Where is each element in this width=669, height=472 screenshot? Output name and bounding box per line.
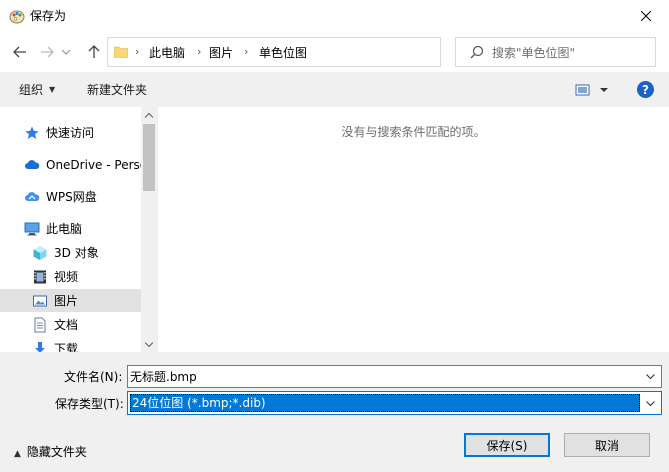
- folder-icon: [114, 46, 128, 58]
- sidebar-item-label: 视频: [54, 270, 79, 284]
- breadcrumb-pictures[interactable]: 图片: [209, 45, 233, 61]
- breadcrumb-separator: ›: [197, 45, 202, 58]
- save-options-panel: 文件名(N): 保存类型(T): 24位位图 (*.bmp;*.dib) ▲ 隐藏…: [0, 352, 669, 472]
- filetype-dropdown-button[interactable]: [639, 392, 661, 414]
- chevron-up-icon: ▲: [14, 449, 21, 459]
- pictures-icon: [32, 293, 48, 309]
- chevron-down-icon: [145, 341, 153, 347]
- chevron-down-icon: [645, 374, 655, 379]
- filename-dropdown-button[interactable]: [639, 366, 661, 387]
- cancel-button[interactable]: 取消: [564, 433, 650, 457]
- breadcrumb-separator: ›: [135, 45, 140, 58]
- sidebar-item-label: 此电脑: [46, 222, 83, 236]
- sidebar-item-this-pc[interactable]: 此电脑: [0, 217, 141, 240]
- sidebar-item-wps-cloud[interactable]: WPS网盘: [0, 185, 141, 208]
- command-toolbar: 组织 ▼ 新建文件夹 ?: [0, 72, 669, 107]
- sidebar-item-3d-objects[interactable]: 3D 对象: [0, 241, 141, 264]
- sidebar-item-videos[interactable]: 视频: [0, 265, 141, 288]
- help-button[interactable]: ?: [637, 81, 654, 98]
- title-bar: 保存为: [0, 0, 669, 32]
- paint-app-icon: [9, 10, 25, 24]
- filename-input[interactable]: [130, 368, 635, 385]
- sidebar-item-quick-access[interactable]: 快速访问: [0, 121, 141, 144]
- empty-results-message: 没有与搜索条件匹配的项。: [341, 125, 486, 139]
- chevron-up-icon: [145, 112, 153, 118]
- filename-combobox[interactable]: [127, 365, 662, 388]
- file-list[interactable]: 没有与搜索条件匹配的项。: [158, 107, 669, 352]
- sidebar-item-pictures[interactable]: 图片: [0, 289, 141, 312]
- caret-down-icon: ▼: [49, 85, 56, 94]
- sidebar-item-label: WPS网盘: [46, 190, 97, 204]
- chevron-down-icon: [645, 400, 655, 406]
- navigation-pane: 快速访问 OneDrive - Perso WPS网盘 此电脑 3D 对象 视频: [0, 107, 157, 352]
- back-button[interactable]: [9, 40, 31, 64]
- sidebar-item-documents[interactable]: 文档: [0, 313, 141, 336]
- close-button[interactable]: [623, 0, 669, 32]
- new-folder-button[interactable]: 新建文件夹: [87, 82, 147, 98]
- navigation-scrollbar[interactable]: [141, 107, 157, 352]
- search-box[interactable]: [455, 37, 656, 67]
- filetype-select[interactable]: 24位位图 (*.bmp;*.dib): [127, 391, 662, 415]
- save-button[interactable]: 保存(S): [464, 433, 550, 457]
- search-input[interactable]: [492, 44, 652, 62]
- cube-icon: [32, 245, 48, 261]
- scroll-thumb[interactable]: [143, 124, 155, 191]
- breadcrumb-this-pc[interactable]: 此电脑: [149, 45, 185, 61]
- computer-icon: [24, 221, 40, 237]
- arrow-left-icon: [13, 46, 26, 58]
- sidebar-item-downloads[interactable]: 下载: [0, 337, 141, 352]
- filetype-label: 保存类型(T):: [55, 397, 124, 411]
- up-button[interactable]: [83, 40, 105, 64]
- sidebar-item-label: 快速访问: [46, 126, 95, 140]
- breadcrumb-separator: ›: [244, 45, 249, 58]
- sidebar-item-label: 文档: [54, 318, 79, 332]
- download-icon: [32, 341, 48, 352]
- wps-cloud-icon: [24, 189, 40, 205]
- view-details-icon: [575, 84, 608, 96]
- filetype-selected-value: 24位位图 (*.bmp;*.dib): [130, 394, 640, 412]
- hide-folders-toggle[interactable]: ▲ 隐藏文件夹: [14, 443, 87, 460]
- scroll-up-button[interactable]: [141, 107, 157, 123]
- sidebar-item-label: 3D 对象: [54, 246, 99, 260]
- change-view-button[interactable]: [575, 82, 609, 98]
- chevron-down-icon: [62, 49, 70, 55]
- cloud-icon: [24, 157, 40, 173]
- organize-label: 组织: [19, 83, 44, 97]
- filename-label: 文件名(N):: [64, 370, 123, 384]
- scroll-down-button[interactable]: [141, 336, 157, 352]
- recent-locations-button[interactable]: [60, 40, 72, 64]
- arrow-right-icon: [41, 46, 54, 58]
- arrow-up-icon: [88, 45, 100, 58]
- sidebar-item-label: OneDrive - Perso: [46, 157, 148, 172]
- organize-button[interactable]: 组织 ▼: [19, 82, 55, 98]
- hide-folders-label: 隐藏文件夹: [26, 445, 87, 459]
- close-icon: [641, 11, 651, 21]
- search-icon: [470, 45, 484, 59]
- sidebar-item-label: 图片: [54, 294, 79, 308]
- breadcrumb-monochrome-bitmap[interactable]: 单色位图: [259, 45, 307, 61]
- star-icon: [24, 125, 40, 141]
- window-title: 保存为: [30, 9, 67, 23]
- document-icon: [32, 317, 48, 333]
- sidebar-item-label: 下载: [54, 342, 79, 352]
- video-icon: [32, 269, 48, 285]
- sidebar-item-onedrive[interactable]: OneDrive - Perso: [0, 153, 147, 176]
- navigation-bar: › 此电脑 › 图片 › 单色位图: [0, 32, 669, 72]
- forward-button[interactable]: [36, 40, 58, 64]
- address-bar[interactable]: › 此电脑 › 图片 › 单色位图: [107, 37, 535, 67]
